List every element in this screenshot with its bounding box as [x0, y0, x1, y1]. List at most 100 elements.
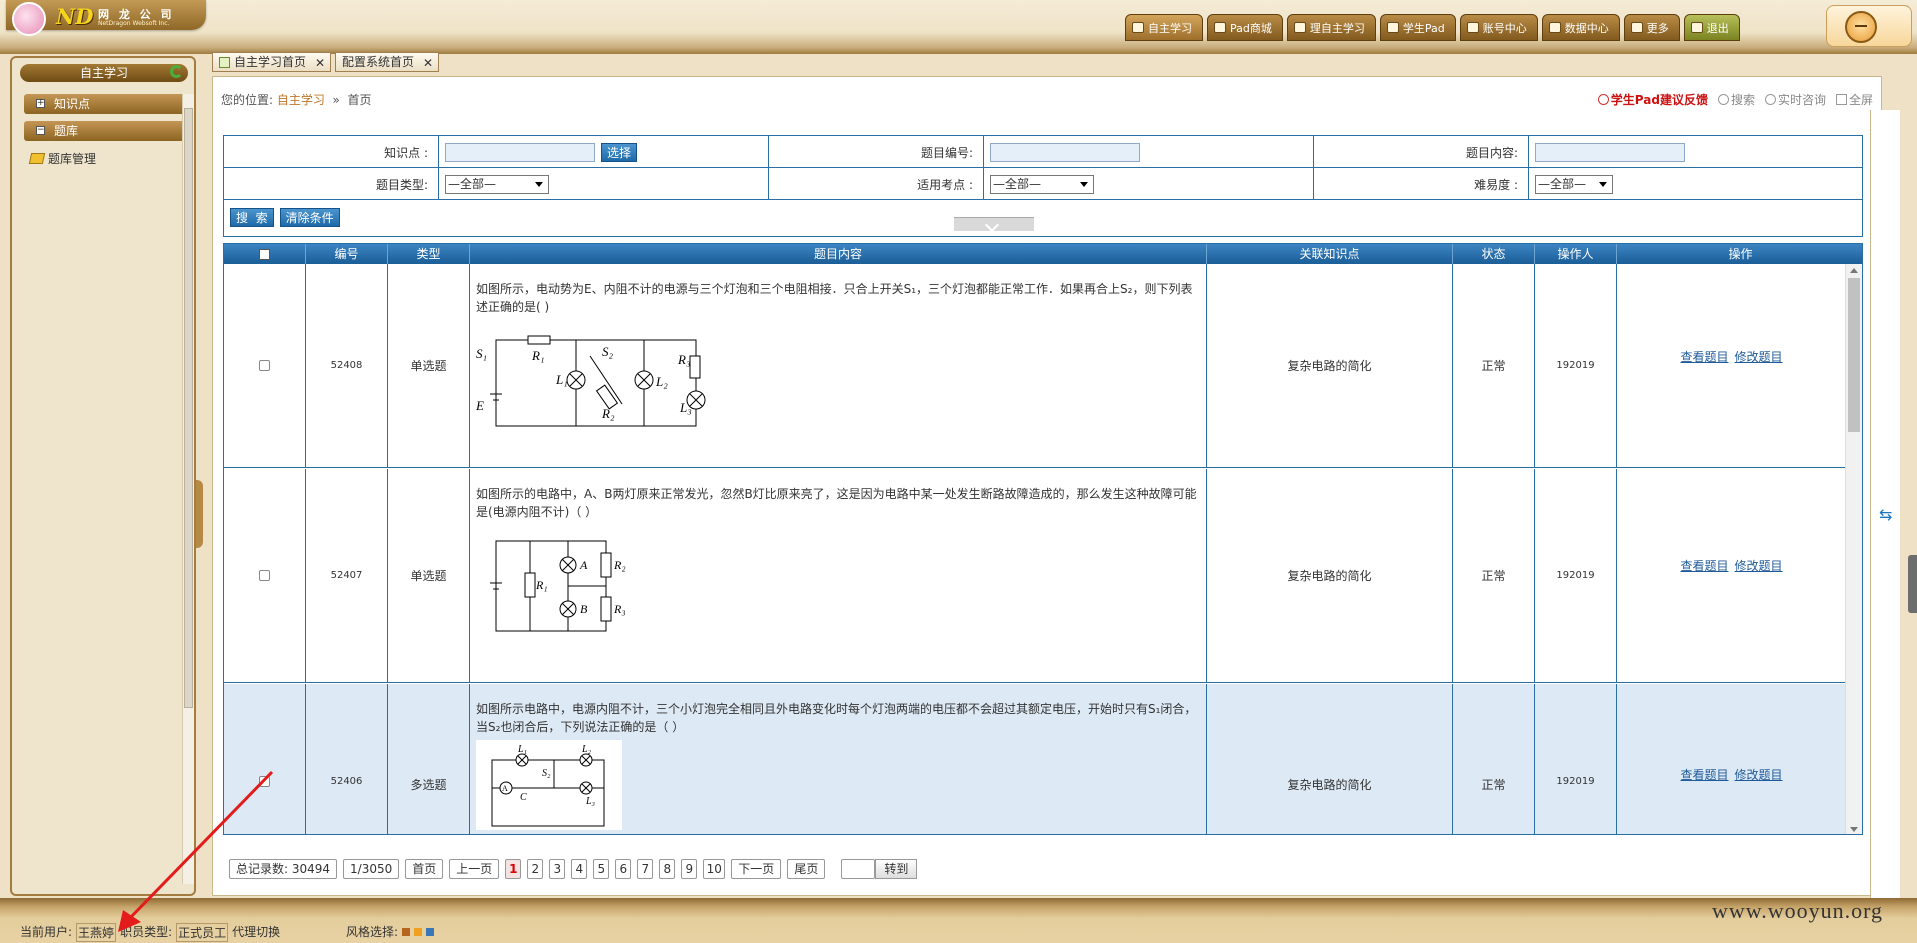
nav-more[interactable]: 更多 [1623, 14, 1680, 41]
scroll-down-icon[interactable] [1850, 827, 1858, 832]
page-3-button[interactable]: 3 [549, 859, 566, 879]
sidebar-splitter[interactable] [196, 480, 203, 548]
operator: 192019 [1535, 469, 1617, 682]
nav-data-center[interactable]: 数据中心 [1541, 14, 1620, 41]
proxy-switch-link[interactable]: 代理切换 [232, 923, 280, 942]
prev-page-button[interactable]: 上一页 [449, 859, 500, 879]
select-all-checkbox[interactable] [259, 249, 270, 260]
question-content-input[interactable] [1535, 142, 1685, 162]
header-status: 状态 [1453, 244, 1535, 264]
refresh-icon[interactable] [170, 65, 183, 78]
edit-question-link[interactable]: 修改题目 [1735, 557, 1783, 574]
knowledge-input[interactable] [445, 142, 595, 162]
style-swatch-blue[interactable] [426, 927, 435, 936]
swap-icon[interactable]: ⇆ [1879, 505, 1892, 524]
svg-text:L₂: L₂ [655, 374, 668, 389]
breadcrumb-link[interactable]: 自主学习 [277, 93, 325, 107]
scroll-up-icon[interactable] [1850, 268, 1858, 273]
view-question-link[interactable]: 查看题目 [1680, 348, 1728, 365]
nav-pad-store[interactable]: Pad商城 [1207, 14, 1283, 41]
svg-text:C: C [520, 792, 527, 803]
select-knowledge-button[interactable]: 选择 [601, 142, 638, 162]
logo-abbr: ND [56, 4, 94, 29]
difficulty-label: 难易度 : [1314, 168, 1529, 200]
header-select-all[interactable] [224, 244, 306, 264]
goto-page-button[interactable]: 转到 [875, 859, 918, 879]
status: 正常 [1453, 264, 1535, 467]
sidebar-item-question-bank[interactable]: − 题库 [24, 121, 186, 141]
next-page-button[interactable]: 下一页 [731, 859, 782, 879]
question-id-input[interactable] [990, 142, 1140, 162]
page-6-button[interactable]: 6 [615, 859, 632, 879]
tab-autonomous-home[interactable]: 自主学习首页 ✕ [212, 52, 332, 72]
page-4-button[interactable]: 4 [571, 859, 588, 879]
expand-icon[interactable]: + [36, 99, 45, 108]
svg-text:S₂: S₂ [542, 768, 551, 779]
user-icon [1466, 22, 1479, 33]
page-2-button[interactable]: 2 [527, 859, 544, 879]
style-swatch-orange[interactable] [414, 927, 423, 936]
exam-point-label: 适用考点 : [769, 168, 984, 200]
page-10-button[interactable]: 10 [703, 859, 726, 879]
watermark: www.wooyun.org [1712, 898, 1884, 923]
view-question-link[interactable]: 查看题目 [1680, 557, 1728, 574]
fullscreen-link[interactable]: 全屏 [1835, 91, 1873, 108]
first-page-button[interactable]: 首页 [405, 859, 444, 879]
difficulty-select[interactable]: —全部— [1535, 174, 1613, 194]
consult-link[interactable]: 实时咨询 [1764, 91, 1826, 108]
row-checkbox[interactable] [259, 570, 270, 581]
page-8-button[interactable]: 8 [659, 859, 676, 879]
scroll-thumb[interactable] [184, 108, 193, 708]
breadcrumb-prefix: 您的位置: [221, 93, 274, 107]
top-header: ND 网 龙 公 司 NetDragon Websoft Inc. 自主学习 P… [0, 0, 1917, 54]
page-9-button[interactable]: 9 [681, 859, 698, 879]
tab-bar: 自主学习首页 ✕ 配置系统首页 ✕ [212, 52, 440, 72]
exam-point-select[interactable]: —全部— [990, 174, 1094, 194]
side-handle[interactable] [1908, 555, 1917, 613]
nav-label: 学生Pad [1402, 21, 1445, 35]
question-table: 编号 类型 题目内容 关联知识点 状态 操作人 操作 52408 单选题 如图所… [223, 243, 1863, 835]
close-icon[interactable]: ✕ [423, 54, 433, 72]
consult-label: 实时咨询 [1777, 93, 1826, 107]
scroll-thumb[interactable] [1848, 278, 1860, 432]
table-scrollbar[interactable] [1845, 264, 1862, 834]
page-7-button[interactable]: 7 [637, 859, 654, 879]
status: 正常 [1453, 684, 1535, 834]
close-icon[interactable]: ✕ [315, 54, 325, 72]
nav-autonomous-learning[interactable]: 自主学习 [1125, 14, 1203, 41]
search-button[interactable]: 搜 索 [230, 208, 274, 227]
last-page-button[interactable]: 尾页 [787, 859, 826, 879]
sidebar-scrollbar[interactable] [182, 94, 194, 884]
nav-science-learning[interactable]: 理自主学习 [1286, 14, 1376, 41]
header-knowledge: 关联知识点 [1207, 244, 1453, 264]
goto-page-input[interactable] [841, 859, 876, 879]
question-type: 单选题 [388, 469, 470, 682]
page-5-button[interactable]: 5 [593, 859, 610, 879]
row-select-cell [224, 264, 306, 467]
tablet-icon [1386, 22, 1399, 33]
nav-account-center[interactable]: 账号中心 [1459, 14, 1538, 41]
page-1-button[interactable]: 1 [505, 859, 522, 879]
search-form: 知识点 : 选择 题目编号: 题目内容: 题目类型: —全部— 适用考点 : —… [223, 135, 1863, 237]
status: 正常 [1453, 469, 1535, 682]
nav-exit[interactable]: 退出 [1683, 14, 1740, 41]
sidebar-item-question-management[interactable]: 题库管理 [28, 150, 96, 167]
row-checkbox[interactable] [259, 360, 270, 371]
search-link[interactable]: 搜索 [1717, 91, 1755, 108]
tab-config-home[interactable]: 配置系统首页 ✕ [335, 52, 440, 72]
edit-question-link[interactable]: 修改题目 [1735, 348, 1783, 365]
nav-student-pad[interactable]: 学生Pad [1379, 14, 1456, 41]
sidebar-item-knowledge[interactable]: + 知识点 [24, 94, 186, 114]
collapse-search-toggle[interactable] [954, 217, 1034, 231]
row-checkbox[interactable] [259, 776, 270, 787]
view-question-link[interactable]: 查看题目 [1680, 766, 1728, 783]
svg-text:R₂: R₂ [613, 558, 626, 572]
question-type-select[interactable]: —全部— [445, 174, 549, 194]
feedback-link[interactable]: 学生Pad建议反馈 [1597, 91, 1708, 108]
style-swatch-brown[interactable] [402, 927, 411, 936]
question-id: 52406 [306, 684, 388, 834]
company-logo[interactable]: ND 网 龙 公 司 NetDragon Websoft Inc. [6, 0, 206, 36]
collapse-icon[interactable]: − [36, 126, 45, 135]
clear-conditions-button[interactable]: 清除条件 [279, 208, 340, 227]
edit-question-link[interactable]: 修改题目 [1735, 766, 1783, 783]
